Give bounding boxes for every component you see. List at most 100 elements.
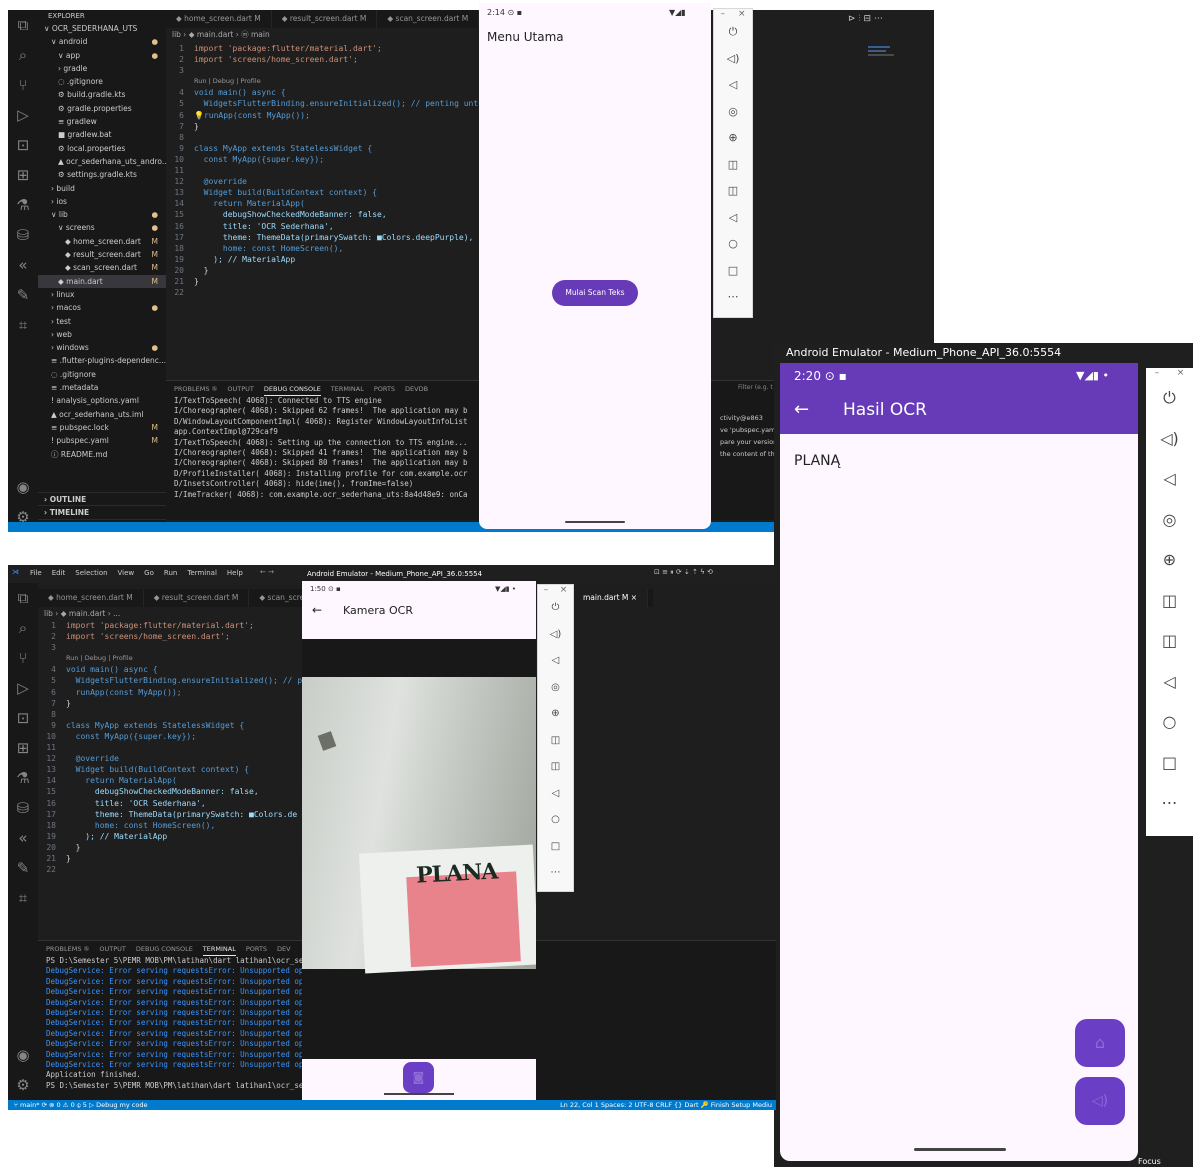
menu-item[interactable]: Edit (52, 569, 66, 577)
testing-icon[interactable]: ⚗ (8, 190, 38, 220)
layout-controls[interactable]: ⊡ ≡ ⏸ ⟳ ⇣ ⇡ ϟ ⟲ (654, 568, 713, 577)
back-arrow-icon[interactable]: ← (312, 603, 322, 617)
editor-tab[interactable]: ◆ scan_scree (249, 589, 302, 607)
editor-tab[interactable]: ◆ home_screen.dart M (38, 589, 144, 607)
overview-icon[interactable]: □ (538, 834, 573, 861)
back-icon[interactable]: ◁ (538, 781, 573, 808)
search-icon[interactable]: ⌕ (8, 613, 38, 643)
rotate-left-icon[interactable]: ◫ (1146, 581, 1193, 622)
tree-item[interactable]: ! analysis_options.yaml (38, 394, 166, 407)
account-icon[interactable]: ◉ (8, 472, 38, 502)
menu-item[interactable]: Help (227, 569, 243, 577)
explorer-icon[interactable]: ⧉ (8, 583, 38, 613)
editor-tab[interactable]: ◆ result_screen.dart M (144, 589, 250, 607)
flutter-icon[interactable]: « (8, 823, 38, 853)
extensions-icon[interactable]: ⊞ (8, 733, 38, 763)
panel-tab[interactable]: DEVDB (405, 381, 428, 396)
tree-item[interactable]: ◆ main.dart M (38, 274, 166, 288)
rotate-right-icon[interactable]: ◫ (538, 754, 573, 781)
volume-down-icon[interactable]: ◁ (1146, 459, 1193, 500)
main-dart-tab[interactable]: main.dart M × (573, 589, 653, 607)
extensions-icon[interactable]: ⊞ (8, 160, 38, 190)
tree-item[interactable]: ! pubspec.yaml M (38, 434, 166, 447)
focus-label[interactable]: Focus (1138, 1157, 1161, 1166)
speak-fab[interactable]: ◁) (1075, 1077, 1125, 1125)
panel-tab[interactable]: PORTS (374, 381, 395, 396)
volume-up-icon[interactable]: ◁) (714, 46, 752, 73)
close-icon[interactable]: × (560, 585, 568, 595)
account-icon[interactable]: ◉ (8, 1040, 38, 1070)
overview-icon[interactable]: □ (714, 258, 752, 285)
home-fab[interactable]: ⌂ (1075, 1019, 1125, 1067)
close-icon[interactable]: × (738, 9, 746, 19)
tree-item[interactable]: › linux (38, 288, 166, 301)
zoom-icon[interactable]: ⊕ (538, 701, 573, 728)
overview-icon[interactable]: □ (1146, 743, 1193, 784)
tree-item[interactable]: › macos ● (38, 301, 166, 314)
tree-item[interactable]: › windows ● (38, 341, 166, 354)
tree-item[interactable]: ≡ gradlew (38, 115, 166, 128)
testing-icon[interactable]: ⚗ (8, 763, 38, 793)
more-icon[interactable]: ⋯ (714, 284, 752, 311)
explorer-icon[interactable]: ⧉ (8, 10, 38, 40)
tree-item[interactable]: › gradle (38, 62, 166, 75)
rotate-left-icon[interactable]: ◫ (714, 152, 752, 179)
code-lens[interactable]: Run | Debug | Profile (166, 76, 486, 87)
code-editor[interactable]: 1 import 'package:flutter/material.dart';… (166, 43, 486, 373)
scan-icon[interactable]: ⌗ (8, 310, 38, 340)
volume-up-icon[interactable]: ◁) (538, 622, 573, 649)
database-icon[interactable]: ⛁ (8, 793, 38, 823)
minimize-icon[interactable]: – (544, 585, 549, 595)
home-icon[interactable]: ○ (714, 231, 752, 258)
tree-item[interactable]: ∨ OCR_SEDERHANA_UTS (38, 22, 166, 35)
panel-tab[interactable]: PROBLEMS ⑤ (174, 381, 217, 396)
more-icon[interactable]: ⋯ (1146, 783, 1193, 824)
editor-actions[interactable]: ⊳ ⫶ ⊟ ⋯ (848, 14, 883, 24)
pen-icon[interactable]: ✎ (8, 853, 38, 883)
menu-item[interactable]: File (30, 569, 42, 577)
tree-item[interactable]: ∨ lib ● (38, 208, 166, 221)
tree-item[interactable]: ∨ app ● (38, 49, 166, 62)
tree-item[interactable]: › test (38, 315, 166, 328)
more-icon[interactable]: ⋯ (538, 860, 573, 887)
editor-tab[interactable]: ◆ scan_screen.dart M (377, 10, 480, 28)
home-icon[interactable]: ○ (538, 807, 573, 834)
panel-tab[interactable]: TERMINAL (202, 941, 236, 956)
tree-item[interactable]: ∨ android ● (38, 35, 166, 48)
editor-tab[interactable]: ◆ home_screen.dart M (166, 10, 272, 28)
scan-icon[interactable]: ⌗ (8, 883, 38, 913)
nav-arrows[interactable]: ← → (260, 568, 274, 576)
menu-item[interactable]: Terminal (187, 569, 217, 577)
tree-item[interactable]: ▲ ocr_sederhana_uts.iml (38, 408, 166, 421)
menu-item[interactable]: View (118, 569, 135, 577)
back-icon[interactable]: ◁ (1146, 662, 1193, 703)
tree-item[interactable]: ≡ .flutter-plugins-dependenc... (38, 354, 166, 367)
editor-tab[interactable]: ◆ result_screen.dart M (272, 10, 378, 28)
tree-item[interactable]: ⚙ build.gradle.kts (38, 88, 166, 101)
capture-button[interactable]: ◙ (403, 1062, 434, 1093)
rotate-right-icon[interactable]: ◫ (714, 178, 752, 205)
screenshot-icon[interactable]: ◎ (1146, 500, 1193, 541)
panel-tab[interactable]: DEBUG CONSOLE (136, 941, 193, 956)
tree-item[interactable]: ⓘ README.md (38, 448, 166, 461)
panel-tab[interactable]: OUTPUT (99, 941, 126, 956)
tree-item[interactable]: ∨ screens ● (38, 221, 166, 234)
code-lens[interactable]: Run | Debug | Profile (38, 653, 302, 664)
search-icon[interactable]: ⌕ (8, 40, 38, 70)
tree-item[interactable]: ◌ .gitignore (38, 368, 166, 381)
source-control-icon[interactable]: ⑂ (8, 70, 38, 100)
menu-item[interactable]: Run (164, 569, 177, 577)
tree-item[interactable]: › ios (38, 195, 166, 208)
tree-item[interactable]: ◆ scan_screen.dart M (38, 261, 166, 274)
tree-item[interactable]: ◆ home_screen.dart M (38, 235, 166, 248)
database-icon[interactable]: ⛁ (8, 220, 38, 250)
power-icon[interactable]: ⏻ (1146, 378, 1193, 419)
tree-item[interactable]: › build (38, 182, 166, 195)
volume-up-icon[interactable]: ◁) (1146, 419, 1193, 460)
power-icon[interactable]: ⏻ (714, 19, 752, 46)
remote-icon[interactable]: ⊡ (8, 703, 38, 733)
minimize-icon[interactable]: – (720, 9, 725, 19)
panel-tab[interactable]: DEV (277, 941, 291, 956)
panel-tab[interactable]: PORTS (246, 941, 267, 956)
tree-item[interactable]: › web (38, 328, 166, 341)
